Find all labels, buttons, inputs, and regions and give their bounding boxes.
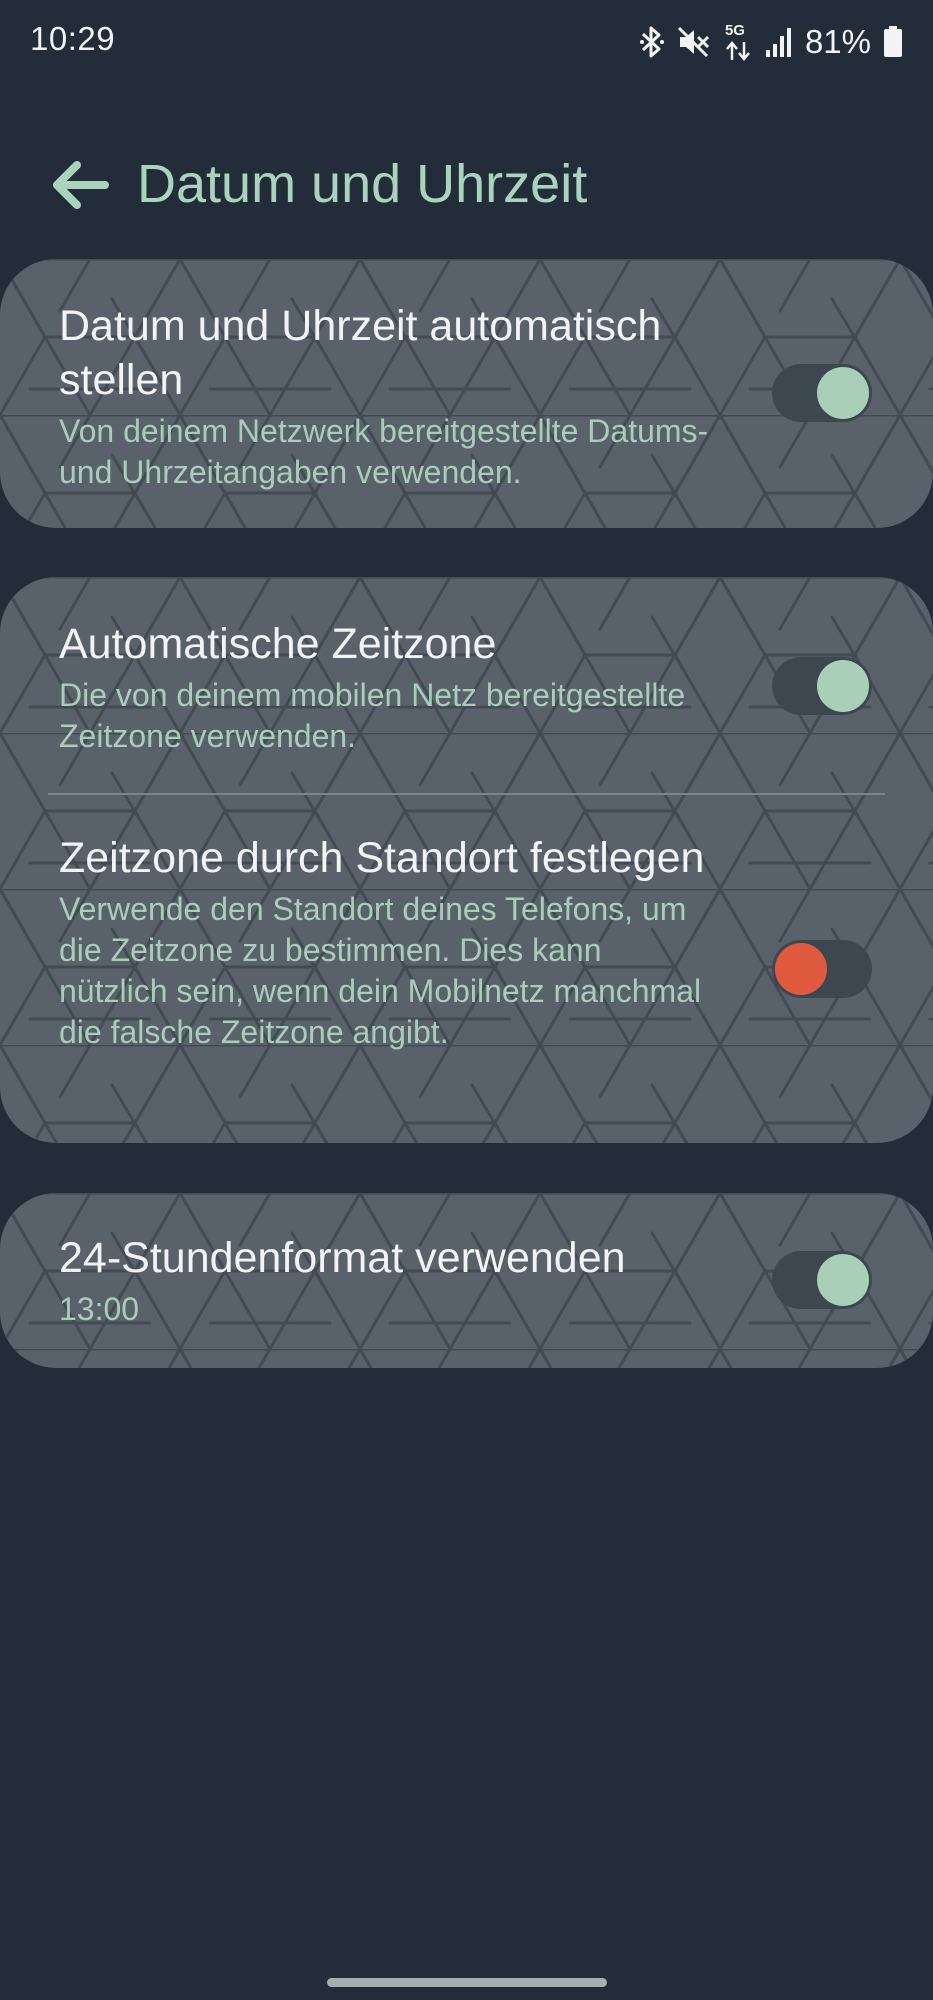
battery-icon [883,26,903,58]
setting-24h-format-summary: 13:00 [59,1291,140,1327]
arrow-back-icon [53,161,109,209]
setting-auto-time[interactable]: Datum und Uhrzeit automatisch stellen Vo… [0,259,933,528]
setting-auto-time-text: Datum und Uhrzeit automatisch stellen Vo… [59,299,709,493]
setting-24h-format-text: 24-Stundenformat verwenden 13:00 [59,1231,709,1330]
setting-auto-time-title: Datum und Uhrzeit automatisch stellen [59,302,662,404]
app-bar: Datum und Uhrzeit [0,140,933,230]
toggle-thumb [817,367,869,419]
setting-auto-timezone-title: Automatische Zeitzone [59,620,497,668]
setting-auto-timezone-summary: Die von deinem mobilen Netz bereitgestel… [59,677,686,754]
setting-location-timezone-summary: Verwende den Standort deines Telefons, u… [59,891,702,1050]
toggle-thumb [817,660,869,712]
bluetooth-icon [639,25,665,59]
setting-location-timezone-title: Zeitzone durch Standort festlegen [59,834,705,882]
back-button[interactable] [40,150,120,220]
setting-auto-timezone[interactable]: Automatische Zeitzone Die von deinem mob… [0,577,933,792]
auto-time-toggle[interactable] [772,364,872,422]
card-timezone: Automatische Zeitzone Die von deinem mob… [0,577,933,1143]
card-auto-time: Datum und Uhrzeit automatisch stellen Vo… [0,259,933,528]
setting-24h-format-title: 24-Stundenformat verwenden [59,1234,626,1282]
network-5g-icon: 5G [723,22,753,62]
card-24h: 24-Stundenformat verwenden 13:00 [0,1193,933,1368]
setting-location-timezone-text: Zeitzone durch Standort festlegen Verwen… [59,831,709,1053]
setting-auto-time-summary: Von deinem Netzwerk bereitgestellte Datu… [59,413,709,490]
mute-icon [677,25,711,59]
auto-timezone-toggle[interactable] [772,657,872,715]
page-title: Datum und Uhrzeit [137,154,588,214]
signal-icon [765,26,793,58]
network-5g-label: 5G [724,22,745,39]
toggle-thumb [775,943,827,995]
status-bar: 10:29 5G 81% [0,0,933,80]
gesture-navigation-bar[interactable] [327,1978,607,1987]
setting-24h-format[interactable]: 24-Stundenformat verwenden 13:00 [0,1193,933,1368]
status-icons: 5G 81% [639,20,903,64]
setting-location-timezone[interactable]: Zeitzone durch Standort festlegen Verwen… [0,795,933,1143]
location-timezone-toggle[interactable] [772,940,872,998]
battery-percent: 81% [804,23,871,60]
toggle-thumb [817,1254,869,1306]
status-time: 10:29 [30,20,116,57]
hour-24-toggle[interactable] [772,1251,872,1309]
setting-auto-timezone-text: Automatische Zeitzone Die von deinem mob… [59,617,709,757]
